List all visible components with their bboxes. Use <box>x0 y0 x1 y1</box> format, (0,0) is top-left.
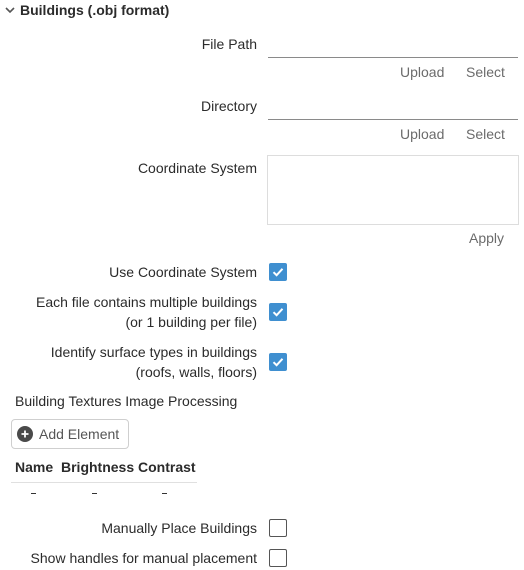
use-coordinate-system-label: Use Coordinate System <box>109 264 257 280</box>
chevron-down-icon[interactable] <box>0 0 20 20</box>
section-title: Buildings (.obj format) <box>20 2 170 18</box>
file-path-select-button[interactable]: Select <box>466 64 505 80</box>
file-path-input[interactable] <box>268 35 518 58</box>
section-header[interactable]: Buildings (.obj format) <box>0 0 169 20</box>
file-path-label: File Path <box>201 36 257 52</box>
table-empty-marker <box>162 493 167 494</box>
apply-button[interactable]: Apply <box>469 230 504 246</box>
add-element-button[interactable]: Add Element <box>11 419 129 449</box>
table-empty-marker <box>92 493 97 494</box>
multiple-buildings-label: Each file contains multiple buildings (o… <box>36 292 257 332</box>
show-handles-checkbox[interactable] <box>269 549 287 567</box>
column-header-name: Name <box>15 459 54 475</box>
coordinate-system-label: Coordinate System <box>137 160 257 176</box>
checkmark-icon <box>272 268 284 277</box>
identify-surfaces-label-line1: Identify surface types in buildings <box>50 344 257 360</box>
coordinate-system-textarea[interactable] <box>267 155 519 225</box>
column-header-contrast: Contrast <box>138 459 196 475</box>
multiple-buildings-checkbox[interactable] <box>269 303 287 321</box>
plus-circle-icon <box>17 426 33 442</box>
directory-input[interactable] <box>268 97 518 120</box>
manual-place-checkbox[interactable] <box>269 519 287 537</box>
show-handles-label: Show handles for manual placement <box>30 550 257 566</box>
file-path-upload-button[interactable]: Upload <box>400 64 444 80</box>
identify-surfaces-checkbox[interactable] <box>269 353 287 371</box>
column-header-brightness: Brightness <box>61 459 135 475</box>
table-header-divider <box>11 482 197 483</box>
identify-surfaces-label: Identify surface types in buildings (roo… <box>51 342 257 382</box>
checkmark-icon <box>272 358 284 367</box>
directory-select-button[interactable]: Select <box>466 126 505 142</box>
add-element-label: Add Element <box>39 426 120 442</box>
identify-surfaces-label-line2: (roofs, walls, floors) <box>135 364 257 380</box>
multiple-buildings-label-line2: (or 1 building per file) <box>125 314 257 330</box>
checkmark-icon <box>272 308 284 317</box>
directory-label: Directory <box>200 98 257 114</box>
manual-place-label: Manually Place Buildings <box>101 520 257 536</box>
textures-title: Building Textures Image Processing <box>15 393 238 409</box>
use-coordinate-system-checkbox[interactable] <box>269 263 287 281</box>
multiple-buildings-label-line1: Each file contains multiple buildings <box>35 294 257 310</box>
directory-upload-button[interactable]: Upload <box>400 126 444 142</box>
table-empty-marker <box>31 493 36 494</box>
